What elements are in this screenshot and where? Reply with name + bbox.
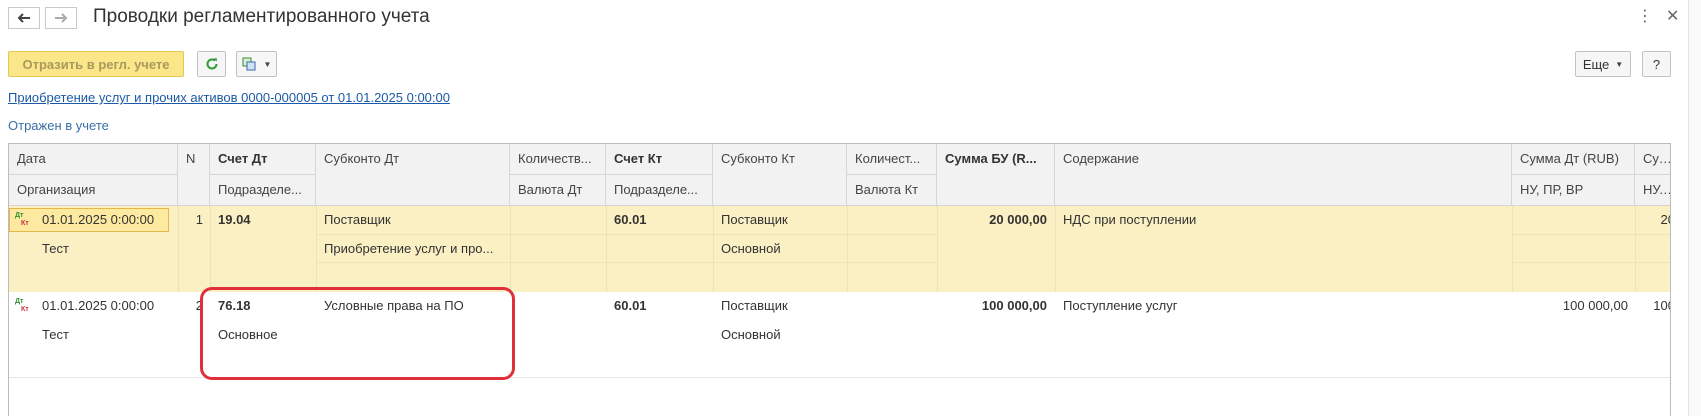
cell-n: 1 xyxy=(195,212,203,227)
reflect-button-label: Отразить в регл. учете xyxy=(22,56,170,72)
forward-button[interactable] xyxy=(45,7,77,29)
cell-subconto-kt-2: Основной xyxy=(721,241,781,256)
header-n[interactable]: N xyxy=(178,144,210,206)
cell-date: 01.01.2025 0:00:00 xyxy=(42,298,155,313)
status-text: Отражен в учете xyxy=(8,118,109,133)
header-date[interactable]: Дата xyxy=(9,144,178,175)
cell-subconto-kt-1: Поставщик xyxy=(721,298,788,313)
cell-subconto-kt-2: Основной xyxy=(721,327,781,342)
page-title: Проводки регламентированного учета xyxy=(93,6,430,27)
header-account-dt[interactable]: Счет Дт xyxy=(210,144,316,175)
cell-subconto-dt-1: Поставщик xyxy=(324,212,391,227)
cell-subconto-dt-2: Приобретение услуг и про... xyxy=(324,241,494,256)
header-currency-kt[interactable]: Валюта Кт xyxy=(847,175,937,206)
cell-account-dt: 19.04 xyxy=(218,212,251,227)
help-button[interactable]: ? xyxy=(1642,51,1671,77)
dt-kt-entry-icon: Дт Кт xyxy=(15,212,29,227)
arrow-right-icon xyxy=(55,13,68,23)
cell-amount-kt-rub: 100 xyxy=(1653,298,1670,313)
cell-amount-dt-rub: 100 000,00 xyxy=(1562,298,1628,313)
structure-button[interactable]: ▼ xyxy=(236,51,277,77)
header-currency-dt[interactable]: Валюта Дт xyxy=(510,175,606,206)
refresh-icon xyxy=(206,58,217,70)
more-button[interactable]: Еще ▼ xyxy=(1575,51,1631,77)
header-amount-dt-rub[interactable]: Сумма Дт (RUB) xyxy=(1512,144,1635,175)
header-organization[interactable]: Организация xyxy=(9,175,178,206)
more-vertical-icon[interactable]: ⋮ xyxy=(1637,8,1653,26)
header-amount-kt-rub[interactable]: Сумма xyxy=(1635,144,1670,175)
header-division-dt[interactable]: Подразделе... xyxy=(210,175,316,206)
header-subconto-dt[interactable]: Субконто Дт xyxy=(316,144,510,206)
cell-content: НДС при поступлении xyxy=(1063,212,1197,227)
header-nu-dt[interactable]: НУ, ПР, ВР xyxy=(1512,175,1635,206)
refresh-button[interactable] xyxy=(197,51,226,77)
header-division-kt[interactable]: Подразделе... xyxy=(606,175,713,206)
copy-structure-icon xyxy=(242,57,256,71)
highlight-box xyxy=(200,287,515,380)
help-button-label: ? xyxy=(1652,56,1661,72)
header-amount-bu[interactable]: Сумма БУ (R... xyxy=(937,144,1055,206)
page-scrollbar[interactable] xyxy=(1688,0,1701,416)
cell-account-kt: 60.01 xyxy=(614,212,647,227)
table-row[interactable]: Дт Кт 01.01.2025 0:00:00 Тест 1 19.04 Пос… xyxy=(9,206,1670,292)
cell-content: Поступление услуг xyxy=(1063,298,1178,313)
close-icon[interactable]: ✕ xyxy=(1666,8,1679,26)
chevron-down-icon: ▼ xyxy=(1615,59,1624,69)
cell-date: 01.01.2025 0:00:00 xyxy=(42,212,155,227)
chevron-down-icon: ▼ xyxy=(263,59,272,69)
header-quantity-dt[interactable]: Количеств... xyxy=(510,144,606,175)
cell-amount-bu: 20 000,00 xyxy=(989,212,1047,227)
back-button[interactable] xyxy=(8,7,40,29)
cell-account-kt: 60.01 xyxy=(614,298,647,313)
cell-organization: Тест xyxy=(42,327,69,342)
header-account-kt[interactable]: Счет Кт xyxy=(606,144,713,175)
arrow-left-icon xyxy=(17,13,30,23)
cell-subconto-kt-1: Поставщик xyxy=(721,212,788,227)
header-quantity-kt[interactable]: Количест... xyxy=(847,144,937,175)
header-subconto-kt[interactable]: Субконто Кт xyxy=(713,144,847,206)
more-button-label: Еще xyxy=(1582,56,1610,72)
dt-kt-entry-icon: Дт Кт xyxy=(15,298,29,313)
reflect-button[interactable]: Отразить в регл. учете xyxy=(8,51,184,77)
header-nu-kt[interactable]: НУ, ПР xyxy=(1635,175,1670,206)
header-content[interactable]: Содержание xyxy=(1055,144,1512,206)
cell-organization: Тест xyxy=(42,241,69,256)
document-link[interactable]: Приобретение услуг и прочих активов 0000… xyxy=(8,90,450,105)
cell-amount-kt-rub: 20 xyxy=(1660,212,1670,227)
cell-amount-bu: 100 000,00 xyxy=(981,298,1047,313)
